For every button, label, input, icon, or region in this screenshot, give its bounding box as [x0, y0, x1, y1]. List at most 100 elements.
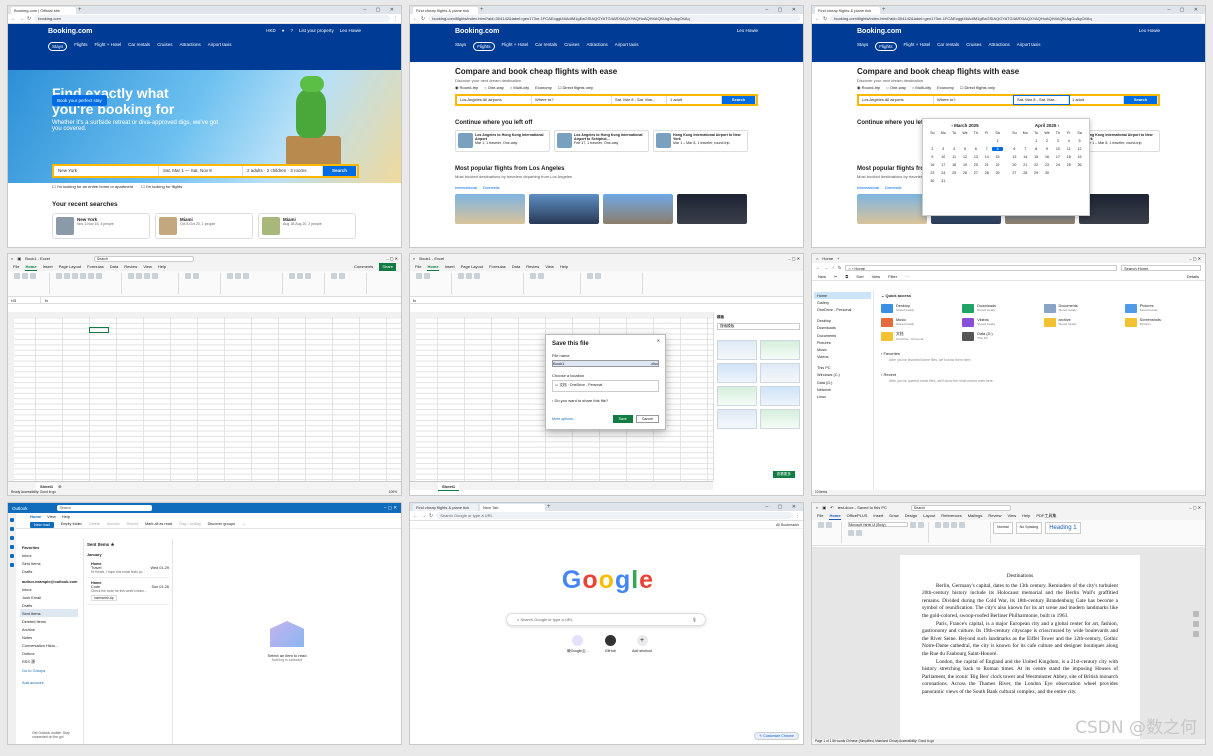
template-thumb[interactable] — [717, 340, 757, 360]
discover-groups-button[interactable]: Discover groups — [208, 520, 235, 528]
message-item[interactable]: Home Code Sun 01-26 Check the code for th… — [87, 578, 169, 605]
nav-stays[interactable]: Stays — [455, 42, 466, 51]
row-headers[interactable] — [8, 317, 14, 481]
folder-tile[interactable]: Documents Stored locally — [1043, 304, 1121, 313]
nav-airport-taxis[interactable]: Airport taxis — [1017, 42, 1041, 51]
new-tab-icon[interactable]: + — [480, 7, 484, 14]
justify-icon[interactable] — [959, 522, 965, 528]
tab-view[interactable]: View — [143, 263, 152, 271]
mic-icon[interactable]: 🎙 — [692, 614, 697, 625]
forward-icon[interactable]: → — [19, 16, 24, 22]
tab-formulas[interactable]: Formulas — [87, 263, 104, 271]
paste-icon[interactable] — [14, 273, 20, 279]
tab-pdf-tools[interactable]: PDF工具集 — [1036, 512, 1056, 520]
dates-input[interactable]: Sat, Mar 8 - Sat, Mar... — [1013, 95, 1070, 105]
bold-icon[interactable] — [458, 273, 464, 279]
calendar-day[interactable]: 9 — [1042, 147, 1053, 151]
calendar-day[interactable]: 19 — [960, 163, 971, 167]
undo-icon[interactable]: ↶ — [830, 505, 833, 510]
calendar-day[interactable]: 30 — [1042, 171, 1053, 175]
tab-home[interactable]: Home — [30, 513, 41, 520]
nav-onedrive[interactable]: OneDrive - Personal — [814, 306, 871, 313]
template-search[interactable]: 搜索模板 — [717, 323, 800, 330]
zoom-level[interactable]: 100% — [389, 490, 401, 495]
list-property-link[interactable]: List your property — [299, 28, 334, 33]
destination-photo[interactable] — [857, 194, 927, 224]
mark-all-read-button[interactable]: Mark all as read — [145, 520, 172, 528]
mail-icon[interactable] — [10, 518, 14, 522]
customize-chrome-button[interactable]: ✎ Customize Chrome — [754, 732, 799, 740]
nav-flights[interactable]: Flights — [875, 42, 897, 51]
tab-domestic[interactable]: Domestic — [483, 185, 500, 190]
tab-mailings[interactable]: Mailings — [968, 512, 983, 520]
forward-icon[interactable]: → — [824, 265, 828, 270]
search-input[interactable]: Search — [910, 504, 1011, 511]
calendar-day[interactable]: 27 — [970, 171, 981, 175]
tab-data[interactable]: Data — [512, 263, 520, 271]
tab-file[interactable]: File — [415, 263, 421, 271]
currency-button[interactable]: HKD — [266, 28, 276, 33]
up-icon[interactable]: ↑ — [832, 265, 834, 270]
calendar-day[interactable]: 20 — [1009, 163, 1020, 167]
calendar-day[interactable]: 16 — [1042, 155, 1053, 159]
destination-input[interactable]: New York — [54, 166, 159, 176]
reload-icon[interactable]: ↻ — [421, 16, 425, 22]
calendar-day[interactable]: 10 — [938, 155, 949, 159]
numbering-icon[interactable] — [943, 522, 949, 528]
message-item[interactable]: Home Travel Wed 01-29 Hi Howie, I hope th… — [87, 559, 169, 578]
calendar-day[interactable]: 26 — [960, 171, 971, 175]
calendar-day[interactable]: 5 — [1074, 139, 1085, 143]
folder-inbox[interactable]: Inbox — [20, 585, 78, 593]
path-field[interactable]: ⌂ › Home — [845, 264, 1117, 271]
mobile-promo[interactable]: Get Outlook mobile: Stay connected on th… — [30, 729, 86, 740]
calendar-day[interactable]: 7 — [1020, 147, 1031, 151]
style-no-spacing[interactable]: No Spacing — [1015, 522, 1043, 534]
menu-icon[interactable]: ⋮ — [795, 513, 800, 519]
star-icon[interactable]: ★ — [110, 542, 114, 547]
account-header[interactable]: author.example@outlook.com — [20, 577, 78, 585]
calendar-day[interactable]: 18 — [949, 163, 960, 167]
close-icon[interactable]: ✕ — [657, 338, 660, 343]
tab-review[interactable]: Review — [124, 263, 137, 271]
calendar-day[interactable]: 27 — [1009, 171, 1020, 175]
window-controls[interactable]: – ▢ ✕ — [1189, 505, 1201, 510]
comma-icon[interactable] — [193, 273, 199, 279]
format-table-icon[interactable] — [235, 273, 241, 279]
tab-references[interactable]: References — [941, 512, 961, 520]
nav-attractions[interactable]: Attractions — [988, 42, 1009, 51]
calendar-day[interactable]: 15 — [992, 155, 1003, 159]
cell-grid[interactable] — [8, 312, 401, 481]
favorites-header[interactable]: › Favorites — [881, 351, 1202, 356]
calendar-day[interactable]: 22 — [1031, 163, 1042, 167]
cut-icon[interactable] — [424, 273, 430, 279]
add-shortcut-tile[interactable]: + Add shortcut — [632, 635, 652, 654]
row-headers[interactable] — [410, 317, 416, 481]
calendar-day[interactable]: 12 — [1074, 147, 1085, 151]
booking-logo[interactable]: Booking.com — [857, 28, 1160, 35]
folder-junk[interactable]: Junk Email — [20, 593, 78, 601]
calendar-day[interactable]: 11 — [949, 155, 960, 159]
browser-tab[interactable]: Find cheap flights & plane tick — [413, 504, 478, 511]
save-button[interactable]: Save — [612, 415, 633, 423]
align-center-icon[interactable] — [951, 522, 957, 528]
nav-gallery[interactable]: Gallery — [814, 299, 871, 306]
calendar-day[interactable]: 14 — [1020, 155, 1031, 159]
dates-input[interactable]: Sat, Mar 1 — Sat, Nov 8 — [159, 166, 243, 176]
recent-flight-card[interactable]: Los Angeles to Hong Kong International A… — [455, 130, 550, 152]
tab-officeplus[interactable]: OfficePLUS — [847, 512, 868, 520]
recent-flight-card[interactable]: Hong Kong International Airport to New Y… — [653, 130, 748, 152]
folder-archive[interactable]: Archive — [20, 625, 78, 633]
next-month-icon[interactable]: › — [1056, 123, 1060, 128]
url-field[interactable]: booking.com — [34, 15, 390, 22]
nav-flight-hotel[interactable]: Flight + Hotel — [95, 42, 122, 51]
copy-icon[interactable]: ⧉ — [845, 274, 848, 279]
calendar-day[interactable]: 30 — [927, 179, 938, 183]
calendar-day[interactable]: 2 — [927, 147, 938, 151]
pdf-icon[interactable] — [1193, 631, 1199, 637]
calendar-day[interactable]: 20 — [970, 163, 981, 167]
nav-airport-taxis[interactable]: Airport taxis — [615, 42, 639, 51]
nav-airport-taxis[interactable]: Airport taxis — [208, 42, 232, 51]
search-input[interactable]: Search — [93, 255, 194, 262]
multi-city-radio[interactable]: ○ Multi-city — [912, 85, 931, 90]
folder-tile[interactable]: Pictures Stored locally — [1124, 304, 1202, 313]
